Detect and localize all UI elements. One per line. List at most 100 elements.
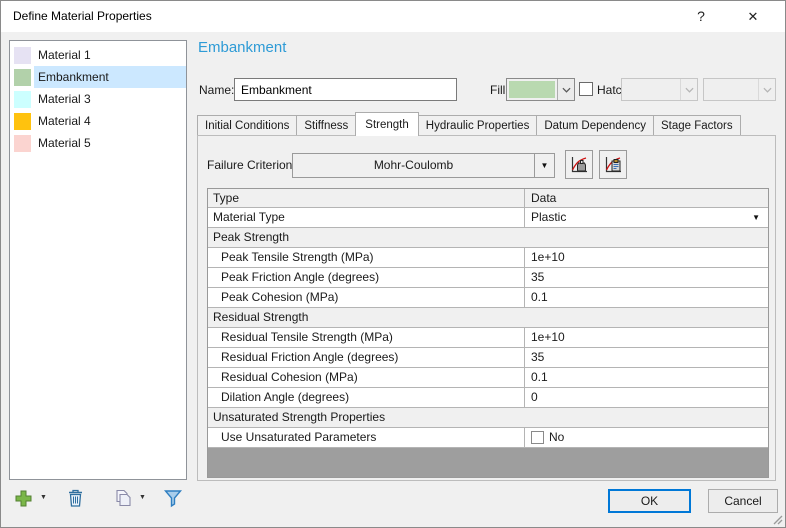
envelope-copy-icon bbox=[605, 156, 621, 172]
envelope-plot-button[interactable] bbox=[565, 150, 593, 179]
property-name-cell: Peak Friction Angle (degrees) bbox=[208, 268, 525, 287]
tab-stiffness[interactable]: Stiffness bbox=[296, 115, 357, 136]
resize-grip[interactable] bbox=[770, 512, 783, 525]
property-name-cell: Residual Tensile Strength (MPa) bbox=[208, 328, 525, 347]
material-list-item[interactable]: Material 1 bbox=[10, 44, 186, 66]
property-value-cell[interactable]: 0.1 bbox=[525, 288, 768, 307]
property-name-cell: Peak Cohesion (MPa) bbox=[208, 288, 525, 307]
property-value: 0.1 bbox=[531, 370, 548, 384]
chevron-down-icon[interactable] bbox=[557, 79, 574, 100]
envelope-copy-button[interactable] bbox=[599, 150, 627, 179]
material-list-item-label: Embankment bbox=[34, 66, 186, 88]
page-title: Embankment bbox=[198, 39, 287, 56]
property-table: Type Data Material Type Plastic ▼ Peak Stre… bbox=[207, 188, 769, 478]
property-name-cell: Material Type bbox=[208, 208, 525, 227]
property-name-cell: Residual Friction Angle (degrees) bbox=[208, 348, 525, 367]
material-list-item-label: Material 1 bbox=[38, 48, 91, 62]
cancel-button[interactable]: Cancel bbox=[708, 489, 778, 513]
copy-icon bbox=[116, 489, 131, 507]
property-name-cell: Use Unsaturated Parameters bbox=[208, 428, 525, 447]
failure-criterion-dropdown[interactable]: Mohr-Coulomb ▼ bbox=[292, 153, 555, 178]
filter-icon bbox=[163, 490, 183, 508]
property-value-cell[interactable]: Plastic ▼ bbox=[525, 208, 768, 227]
property-value-cell[interactable]: No bbox=[525, 428, 768, 447]
material-list-item-label: Material 3 bbox=[38, 92, 91, 106]
table-section-row: Unsaturated Strength Properties bbox=[208, 408, 768, 428]
copy-material-dropdown-arrow-icon[interactable]: ▼ bbox=[139, 494, 146, 501]
tab-datum-dependency[interactable]: Datum Dependency bbox=[536, 115, 654, 136]
material-color-swatch bbox=[14, 134, 31, 152]
name-label: Name: bbox=[199, 83, 235, 97]
section-label: Peak Strength bbox=[213, 230, 290, 244]
filter-materials-button[interactable] bbox=[161, 487, 185, 509]
material-list-item[interactable]: Material 4 bbox=[10, 110, 186, 132]
failure-criterion-label: Failure Criterion: bbox=[207, 158, 296, 172]
hatch-checkbox[interactable] bbox=[579, 82, 593, 96]
material-list-item[interactable]: Material 5 bbox=[10, 132, 186, 154]
tab-stage-factors[interactable]: Stage Factors bbox=[652, 115, 741, 136]
property-value: 0.1 bbox=[531, 290, 548, 304]
material-color-swatch bbox=[14, 46, 31, 64]
property-value: 35 bbox=[531, 270, 545, 284]
trash-icon bbox=[68, 489, 82, 507]
ok-button[interactable]: OK bbox=[608, 489, 691, 513]
add-material-button[interactable] bbox=[11, 487, 35, 509]
tab-hydraulic-properties[interactable]: Hydraulic Properties bbox=[417, 115, 538, 136]
property-value: Plastic bbox=[531, 210, 567, 224]
add-icon bbox=[15, 490, 31, 506]
property-value-cell[interactable]: 0 bbox=[525, 388, 768, 407]
property-value-cell[interactable]: 35 bbox=[525, 348, 768, 367]
help-button[interactable]: ? bbox=[681, 1, 721, 32]
envelope-plot-icon bbox=[571, 156, 587, 172]
chevron-down-icon bbox=[758, 79, 775, 100]
table-row: Residual Tensile Strength (MPa) 1e+10 bbox=[208, 328, 768, 348]
property-value-cell[interactable]: 0.1 bbox=[525, 368, 768, 387]
dropdown-arrow-icon[interactable]: ▼ bbox=[534, 154, 554, 177]
tab-strength[interactable]: Strength bbox=[355, 112, 419, 136]
table-row: Peak Cohesion (MPa) 0.1 bbox=[208, 288, 768, 308]
table-section-row: Residual Strength bbox=[208, 308, 768, 328]
data-column-header: Data bbox=[531, 190, 557, 205]
strength-tab-panel: Failure Criterion: Mohr-Coulomb ▼ Type D… bbox=[197, 135, 776, 481]
table-row: Dilation Angle (degrees) 0 bbox=[208, 388, 768, 408]
fill-color-swatch bbox=[509, 81, 555, 98]
material-color-swatch bbox=[14, 112, 31, 130]
copy-material-button[interactable] bbox=[111, 487, 135, 509]
delete-material-button[interactable] bbox=[63, 487, 87, 509]
property-name-cell: Dilation Angle (degrees) bbox=[208, 388, 525, 407]
property-value-cell[interactable]: 1e+10 bbox=[525, 248, 768, 267]
material-color-swatch bbox=[14, 68, 31, 86]
unsaturated-parameters-checkbox[interactable] bbox=[531, 431, 544, 444]
property-name-cell: Peak Tensile Strength (MPa) bbox=[208, 248, 525, 267]
tab-initial-conditions[interactable]: Initial Conditions bbox=[197, 115, 298, 136]
table-row: Use Unsaturated Parameters No bbox=[208, 428, 768, 448]
material-list-item[interactable]: Material 3 bbox=[10, 88, 186, 110]
add-material-dropdown-arrow-icon[interactable]: ▼ bbox=[40, 494, 47, 501]
property-value-cell[interactable]: 1e+10 bbox=[525, 328, 768, 347]
title-bar: Define Material Properties ? ✕ bbox=[1, 1, 785, 32]
failure-criterion-value: Mohr-Coulomb bbox=[373, 158, 454, 172]
hatch-color-dropdown[interactable] bbox=[703, 78, 776, 101]
table-row: Residual Friction Angle (degrees) 35 bbox=[208, 348, 768, 368]
fill-color-dropdown[interactable] bbox=[506, 78, 575, 101]
material-list-item[interactable]: Embankment bbox=[10, 66, 186, 88]
material-list-item-label: Material 4 bbox=[38, 114, 91, 128]
table-row: Material Type Plastic ▼ bbox=[208, 208, 768, 228]
table-section-row: Peak Strength bbox=[208, 228, 768, 248]
table-row: Peak Tensile Strength (MPa) 1e+10 bbox=[208, 248, 768, 268]
close-button[interactable]: ✕ bbox=[733, 1, 773, 32]
section-label: Unsaturated Strength Properties bbox=[213, 410, 386, 424]
define-material-properties-dialog: Define Material Properties ? ✕ Material … bbox=[0, 0, 786, 528]
property-value-cell[interactable]: 35 bbox=[525, 268, 768, 287]
property-value: 0 bbox=[531, 390, 538, 404]
chevron-down-icon bbox=[680, 79, 697, 100]
material-name-input[interactable] bbox=[234, 78, 457, 101]
dropdown-arrow-icon[interactable]: ▼ bbox=[752, 208, 760, 227]
hatch-color-swatch bbox=[706, 81, 756, 98]
section-label: Residual Strength bbox=[213, 310, 309, 324]
material-list[interactable]: Material 1 Embankment Material 3 Material 4… bbox=[9, 40, 187, 480]
property-value: 1e+10 bbox=[531, 330, 565, 344]
hatch-pattern-dropdown[interactable] bbox=[621, 78, 698, 101]
table-empty-filler bbox=[208, 448, 768, 477]
property-value: No bbox=[549, 430, 565, 444]
